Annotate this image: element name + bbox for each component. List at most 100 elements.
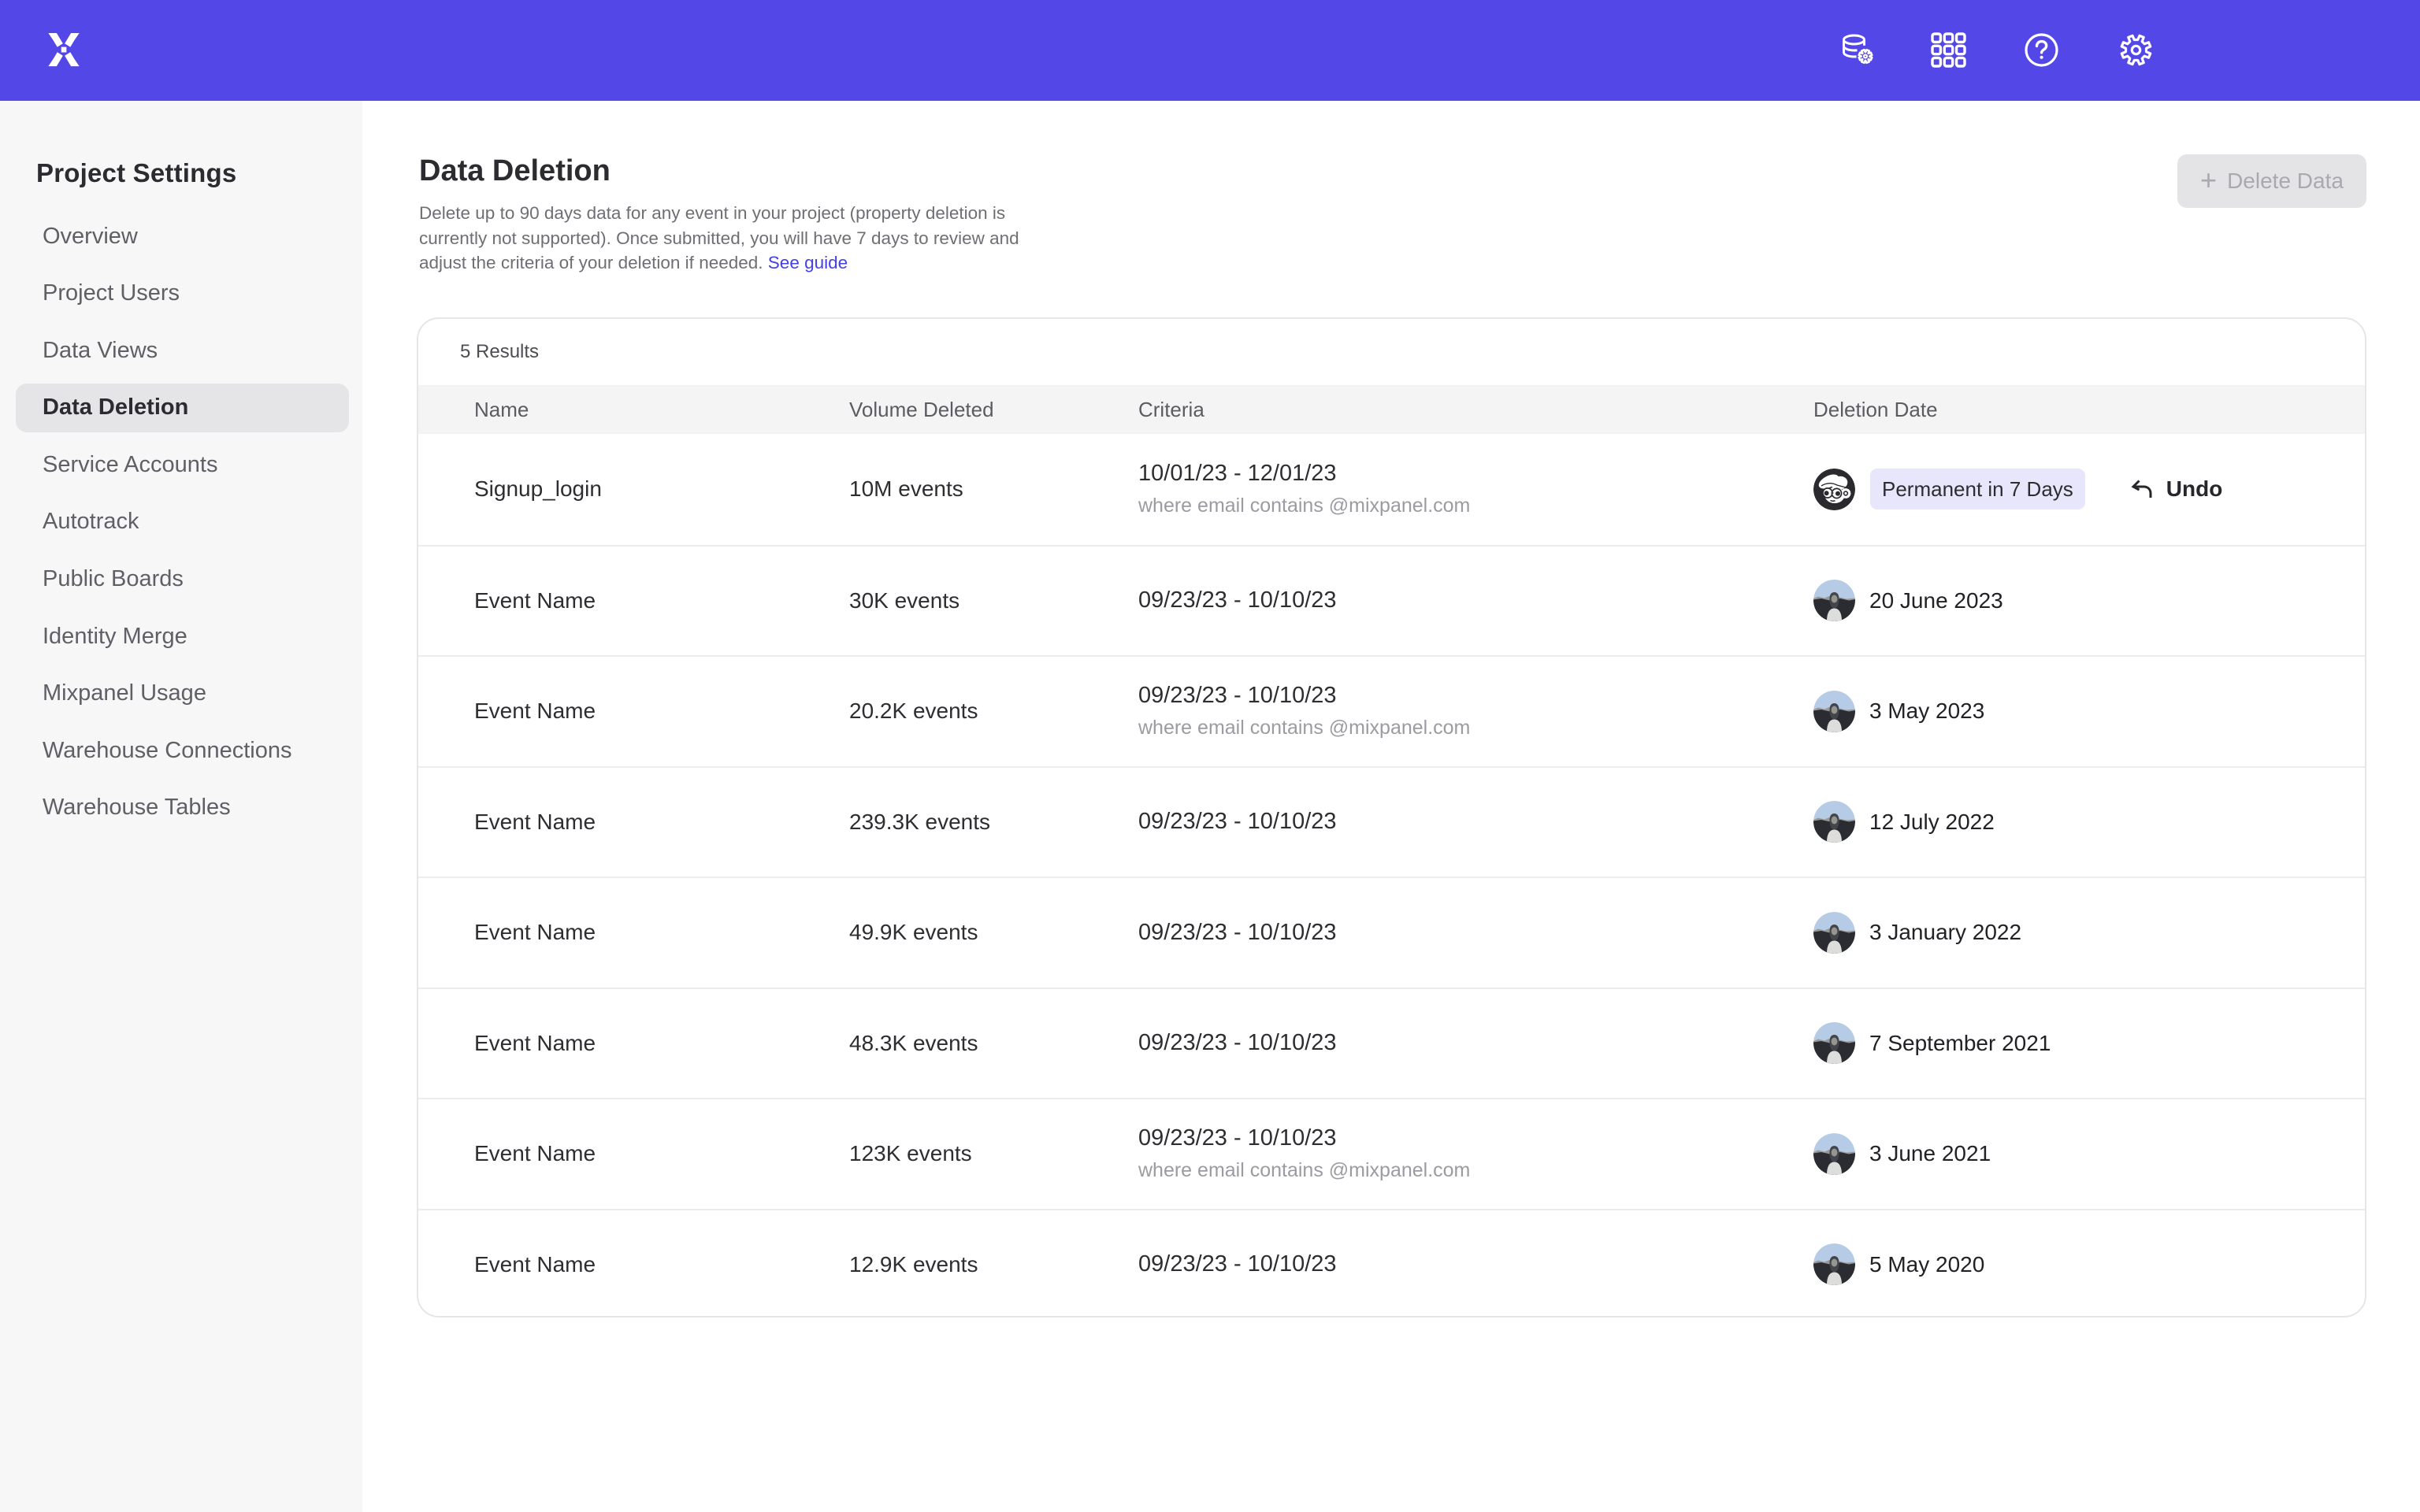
table-row: Signup_login 10M events 10/01/23 - 12/01… (418, 434, 2365, 545)
criteria-date-range: 10/01/23 - 12/01/23 (1138, 461, 1470, 487)
event-name-cell: Event Name (474, 1210, 596, 1318)
deletion-date-cell: Permanent in 7 Days Undo (1813, 434, 2222, 545)
topbar (0, 0, 2420, 101)
event-name-cell: Event Name (474, 547, 596, 656)
settings-gear-icon[interactable] (2118, 32, 2155, 69)
deletion-date: 7 September 2021 (1869, 1031, 2051, 1056)
avatar-photo (1813, 580, 1855, 621)
plus-icon: + (2200, 166, 2217, 195)
deletion-date-cell: 20 June 2023 (1813, 547, 2003, 656)
sidebar-item-autotrack[interactable]: Autotrack (16, 498, 349, 547)
criteria-date-range: 09/23/23 - 10/10/23 (1138, 1030, 1337, 1056)
volume-deleted-cell: 30K events (849, 547, 959, 656)
avatar-photo (1813, 691, 1855, 732)
event-name-cell: Event Name (474, 1099, 596, 1209)
undo-label: Undo (2166, 476, 2223, 502)
column-header-name: Name (474, 385, 529, 434)
sidebar-item-public-boards[interactable]: Public Boards (16, 555, 349, 604)
criteria-subtext: where email contains @mixpanel.com (1138, 717, 1470, 739)
sidebar-item-label: Mixpanel Usage (43, 680, 206, 706)
delete-data-label: Delete Data (2227, 169, 2344, 194)
sidebar: Project Settings Overview Project Users … (0, 101, 362, 1512)
mixpanel-logo-icon[interactable] (46, 32, 82, 67)
status-chip: Permanent in 7 Days (1870, 469, 2085, 510)
volume-deleted-cell: 20.2K events (849, 657, 978, 766)
deletion-date-cell: 7 September 2021 (1813, 989, 2051, 1099)
sidebar-item-project-users[interactable]: Project Users (16, 269, 349, 318)
sidebar-item-label: Service Accounts (43, 452, 217, 478)
sidebar-nav: Overview Project Users Data Views Data D… (16, 212, 349, 841)
criteria-date-range: 09/23/23 - 10/10/23 (1138, 920, 1337, 946)
sidebar-item-label: Warehouse Connections (43, 738, 292, 764)
criteria-cell: 09/23/23 - 10/10/23 (1138, 878, 1337, 988)
see-guide-link[interactable]: See guide (768, 253, 848, 272)
sidebar-item-data-deletion[interactable]: Data Deletion (16, 384, 349, 432)
table-row: Event Name 12.9K events 09/23/23 - 10/10… (418, 1209, 2365, 1318)
sidebar-item-label: Warehouse Tables (43, 795, 231, 821)
event-name-cell: Event Name (474, 657, 596, 766)
undo-icon (2129, 476, 2155, 502)
sidebar-title: Project Settings (36, 158, 236, 188)
description-line-2: currently not supported). Once submitted… (419, 228, 1019, 248)
column-header-deletion-date: Deletion Date (1813, 385, 1938, 434)
deletion-date: 3 June 2021 (1869, 1141, 1991, 1166)
volume-deleted-cell: 123K events (849, 1099, 972, 1209)
help-icon[interactable] (2023, 32, 2060, 69)
sidebar-item-mixpanel-usage[interactable]: Mixpanel Usage (16, 669, 349, 718)
table-row: Event Name 48.3K events 09/23/23 - 10/10… (418, 988, 2365, 1099)
event-name-cell: Event Name (474, 878, 596, 988)
criteria-cell: 09/23/23 - 10/10/23 where email contains… (1138, 657, 1470, 766)
results-card: 5 Results Name Volume Deleted Criteria D… (417, 317, 2366, 1317)
sidebar-item-label: Data Deletion (43, 395, 188, 421)
avatar-photo (1813, 1133, 1855, 1175)
sidebar-item-label: Data Views (43, 338, 158, 364)
table-row: Event Name 49.9K events 09/23/23 - 10/10… (418, 876, 2365, 988)
deletion-date-cell: 3 May 2023 (1813, 657, 1984, 766)
delete-data-button[interactable]: + Delete Data (2177, 154, 2366, 208)
event-name-cell: Signup_login (474, 434, 602, 545)
criteria-cell: 09/23/23 - 10/10/23 where email contains… (1138, 1099, 1470, 1209)
deletion-date: 5 May 2020 (1869, 1252, 1984, 1277)
criteria-date-range: 09/23/23 - 10/10/23 (1138, 683, 1470, 709)
table-row: Event Name 30K events 09/23/23 - 10/10/2… (418, 545, 2365, 656)
criteria-cell: 10/01/23 - 12/01/23 where email contains… (1138, 434, 1470, 545)
criteria-cell: 09/23/23 - 10/10/23 (1138, 1210, 1337, 1318)
deletion-date: 12 July 2022 (1869, 810, 1995, 835)
data-management-icon[interactable] (1839, 32, 1876, 69)
criteria-date-range: 09/23/23 - 10/10/23 (1138, 587, 1337, 613)
page-description: Delete up to 90 days data for any event … (419, 201, 1019, 276)
volume-deleted-cell: 49.9K events (849, 878, 978, 988)
sidebar-item-label: Autotrack (43, 509, 139, 535)
sidebar-item-warehouse-connections[interactable]: Warehouse Connections (16, 726, 349, 775)
page-title: Data Deletion (419, 155, 611, 187)
results-count: 5 Results (418, 319, 2365, 385)
sidebar-item-label: Project Users (43, 280, 180, 306)
apps-grid-icon[interactable] (1930, 32, 1967, 69)
sidebar-item-identity-merge[interactable]: Identity Merge (16, 612, 349, 661)
criteria-date-range: 09/23/23 - 10/10/23 (1138, 809, 1337, 835)
avatar-photo (1813, 801, 1855, 843)
sidebar-item-service-accounts[interactable]: Service Accounts (16, 440, 349, 489)
sidebar-item-overview[interactable]: Overview (16, 212, 349, 261)
sidebar-item-label: Overview (43, 224, 138, 250)
column-header-criteria: Criteria (1138, 385, 1204, 434)
volume-deleted-cell: 239.3K events (849, 768, 990, 877)
criteria-subtext: where email contains @mixpanel.com (1138, 495, 1470, 517)
sidebar-item-label: Public Boards (43, 566, 184, 592)
table-header: Name Volume Deleted Criteria Deletion Da… (418, 385, 2365, 434)
description-line-1: Delete up to 90 days data for any event … (419, 203, 1005, 223)
criteria-subtext: where email contains @mixpanel.com (1138, 1159, 1470, 1182)
table-row: Event Name 20.2K events 09/23/23 - 10/10… (418, 655, 2365, 766)
deletion-date-cell: 3 June 2021 (1813, 1099, 1991, 1209)
deletion-date-cell: 5 May 2020 (1813, 1210, 1984, 1318)
deletion-date: 3 January 2022 (1869, 920, 2021, 945)
sidebar-item-warehouse-tables[interactable]: Warehouse Tables (16, 784, 349, 832)
criteria-date-range: 09/23/23 - 10/10/23 (1138, 1251, 1337, 1277)
undo-button[interactable]: Undo (2129, 476, 2223, 502)
event-name-cell: Event Name (474, 989, 596, 1099)
event-name-cell: Event Name (474, 768, 596, 877)
deletion-date-cell: 3 January 2022 (1813, 878, 2021, 988)
volume-deleted-cell: 12.9K events (849, 1210, 978, 1318)
criteria-cell: 09/23/23 - 10/10/23 (1138, 547, 1337, 656)
sidebar-item-data-views[interactable]: Data Views (16, 326, 349, 375)
